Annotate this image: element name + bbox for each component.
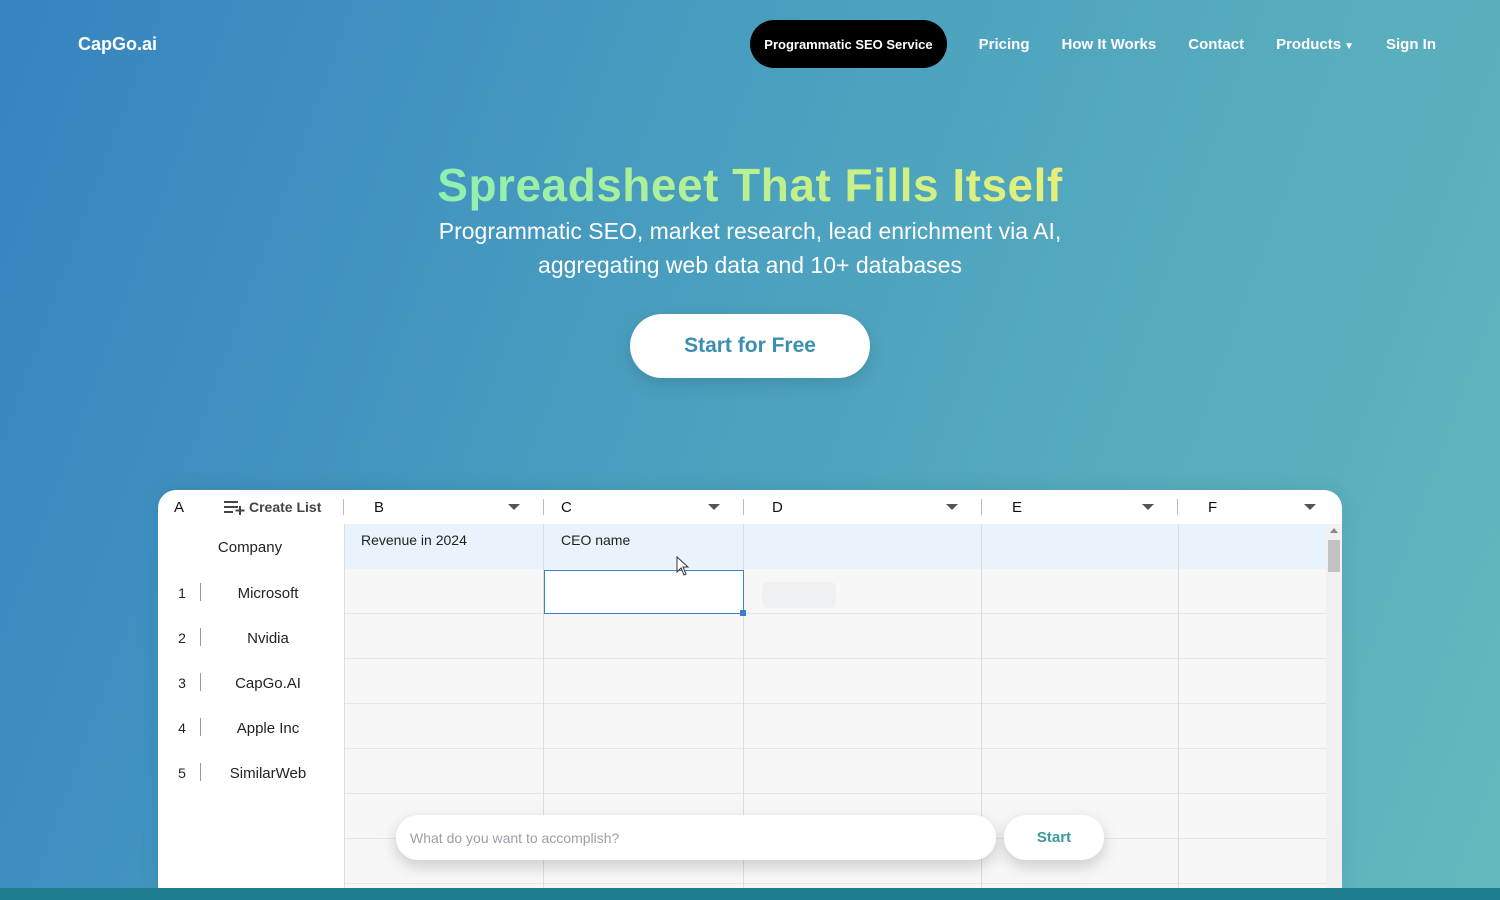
header-cell-revenue[interactable]: Revenue in 2024 bbox=[361, 532, 467, 548]
column-label-e: E bbox=[1012, 498, 1023, 516]
selected-cell[interactable] bbox=[544, 570, 746, 616]
row-number: 3 bbox=[178, 675, 186, 691]
scrollbar-thumb[interactable] bbox=[1328, 540, 1340, 572]
main-nav: Programmatic SEO Service Pricing How It … bbox=[750, 20, 1436, 68]
column-header-f[interactable]: F bbox=[1178, 490, 1326, 524]
column-divider bbox=[343, 499, 344, 515]
hero-title-text: Spreadsheet That Fills Itself bbox=[437, 159, 1063, 211]
company-cell[interactable]: Microsoft bbox=[202, 585, 334, 602]
column-header-b[interactable]: B bbox=[358, 490, 544, 524]
bottom-strip bbox=[0, 888, 1500, 900]
company-cell[interactable]: Nvidia bbox=[202, 630, 334, 647]
nav-contact[interactable]: Contact bbox=[1188, 36, 1244, 53]
grid-line bbox=[344, 524, 345, 890]
column-label-b: B bbox=[374, 498, 385, 516]
caret-down-icon: ▼ bbox=[1344, 40, 1354, 52]
start-for-free-button[interactable]: Start for Free bbox=[630, 314, 870, 378]
start-button[interactable]: Start bbox=[1004, 815, 1104, 860]
company-cell[interactable]: Apple Inc bbox=[202, 720, 334, 737]
column-label-d: D bbox=[772, 498, 783, 516]
column-label-f: F bbox=[1208, 498, 1218, 516]
company-cell[interactable]: CapGo.AI bbox=[202, 675, 334, 692]
row-divider bbox=[200, 583, 201, 601]
dropdown-arrow-icon[interactable] bbox=[946, 504, 958, 510]
nav-pricing[interactable]: Pricing bbox=[979, 36, 1030, 53]
nav-how-it-works[interactable]: How It Works bbox=[1062, 36, 1157, 53]
loading-placeholder bbox=[762, 582, 836, 608]
hero-title: Spreadsheet That Fills Itself bbox=[0, 158, 1500, 212]
vertical-scrollbar[interactable] bbox=[1326, 524, 1342, 890]
row-divider bbox=[200, 628, 201, 646]
column-label-a: A bbox=[174, 498, 185, 516]
row-divider bbox=[200, 763, 201, 781]
mouse-cursor-icon bbox=[676, 556, 690, 576]
column-label-c: C bbox=[561, 498, 572, 516]
hero-subtitle: Programmatic SEO, market research, lead … bbox=[438, 218, 1062, 278]
row-divider bbox=[200, 718, 201, 736]
dropdown-arrow-icon[interactable] bbox=[508, 504, 520, 510]
column-header-d[interactable]: D bbox=[744, 490, 982, 524]
nav-products-label: Products bbox=[1276, 35, 1342, 53]
column-header-c[interactable]: C bbox=[544, 490, 744, 524]
company-cell[interactable]: SimilarWeb bbox=[202, 765, 334, 782]
header-cell-ceo-name[interactable]: CEO name bbox=[561, 532, 630, 548]
create-list-button[interactable]: Create List bbox=[224, 490, 344, 524]
dropdown-arrow-icon[interactable] bbox=[708, 504, 720, 510]
logo[interactable]: CapGo.ai bbox=[78, 34, 157, 55]
column-header-a[interactable]: A bbox=[174, 490, 204, 524]
row-number: 1 bbox=[178, 585, 186, 601]
column-header-e[interactable]: E bbox=[982, 490, 1178, 524]
grid-line bbox=[1178, 524, 1179, 890]
row-number: 2 bbox=[178, 630, 186, 646]
row-number: 4 bbox=[178, 720, 186, 736]
create-list-label: Create List bbox=[249, 499, 322, 515]
header-cell-company[interactable]: Company bbox=[184, 539, 316, 556]
row-number: 5 bbox=[178, 765, 186, 781]
playlist-add-icon bbox=[224, 501, 245, 515]
nav-sign-in[interactable]: Sign In bbox=[1386, 36, 1436, 53]
nav-products[interactable]: Products ▼ bbox=[1276, 36, 1354, 53]
dropdown-arrow-icon[interactable] bbox=[1142, 504, 1154, 510]
dropdown-arrow-icon[interactable] bbox=[1304, 504, 1316, 510]
task-prompt-input[interactable] bbox=[396, 815, 996, 860]
company-column: Company bbox=[158, 524, 344, 890]
fill-handle[interactable] bbox=[740, 610, 746, 616]
nav-programmatic-seo-service[interactable]: Programmatic SEO Service bbox=[750, 20, 947, 68]
scroll-up-arrow-icon[interactable] bbox=[1330, 528, 1338, 533]
row-divider bbox=[200, 673, 201, 691]
